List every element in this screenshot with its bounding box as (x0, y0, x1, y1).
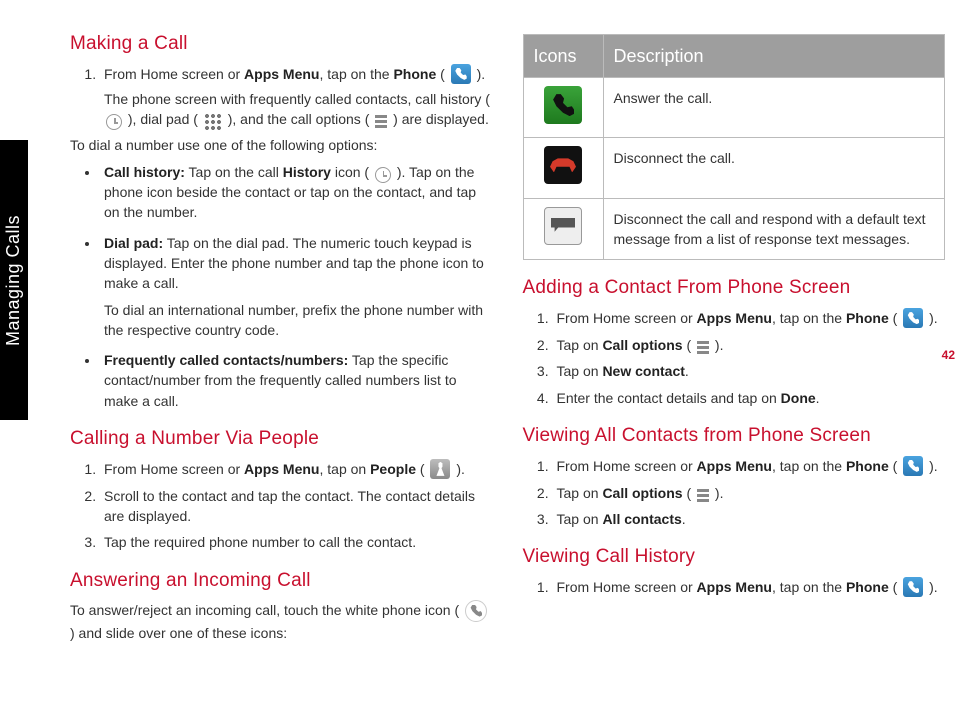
list-item: Tap on New contact. (553, 361, 946, 381)
disconnect-message-icon (544, 207, 582, 245)
icon-cell (523, 78, 603, 138)
viewing-history-steps: From Home screen or Apps Menu, tap on th… (523, 577, 946, 598)
page-number: 42 (942, 348, 955, 362)
side-tab: Managing Calls (0, 140, 28, 420)
heading-viewing-call-history: Viewing Call History (523, 543, 946, 571)
adding-contact-steps: From Home screen or Apps Menu, tap on th… (523, 308, 946, 408)
people-app-icon (430, 459, 450, 479)
white-phone-icon (465, 600, 487, 622)
icon-cell (523, 198, 603, 260)
desc-cell: Answer the call. (603, 78, 945, 138)
options-icon (375, 115, 387, 129)
dialpad-icon (204, 113, 222, 131)
list-item: Enter the contact details and tap on Don… (553, 388, 946, 408)
heading-making-call: Making a Call (70, 30, 493, 58)
list-item: Tap on Call options ( ). (553, 335, 946, 355)
table-row: Disconnect the call and respond with a d… (523, 198, 945, 260)
answering-call-text: To answer/reject an incoming call, touch… (70, 600, 493, 643)
phone-app-icon (903, 577, 923, 597)
heading-answering-call: Answering an Incoming Call (70, 567, 493, 595)
disconnect-call-icon (544, 146, 582, 184)
phone-app-icon (903, 456, 923, 476)
desc-cell: Disconnect the call and respond with a d… (603, 198, 945, 260)
making-call-steps: From Home screen or Apps Menu, tap on th… (70, 64, 493, 130)
heading-calling-via-people: Calling a Number Via People (70, 425, 493, 453)
manual-page: Managing Calls 42 Making a Call From Hom… (0, 0, 965, 713)
phone-app-icon (451, 64, 471, 84)
list-item: From Home screen or Apps Menu, tap on th… (553, 308, 946, 329)
left-column: Making a Call From Home screen or Apps M… (70, 30, 493, 649)
dial-options-intro: To dial a number use one of the followin… (70, 135, 493, 155)
table-row: Disconnect the call. (523, 138, 945, 198)
list-item: Dial pad: Tap on the dial pad. The numer… (100, 233, 493, 340)
viewing-contacts-steps: From Home screen or Apps Menu, tap on th… (523, 456, 946, 530)
options-icon (697, 341, 709, 355)
list-item: Frequently called contacts/numbers: Tap … (100, 350, 493, 411)
right-column: Icons Description Answer the call. Disco… (523, 30, 946, 649)
list-item: Scroll to the contact and tap the contac… (100, 486, 493, 527)
icons-table: Icons Description Answer the call. Disco… (523, 34, 946, 260)
answer-call-icon (544, 86, 582, 124)
list-item: From Home screen or Apps Menu, tap on th… (553, 456, 946, 477)
list-item: Tap on Call options ( ). (553, 483, 946, 503)
clock-icon (106, 114, 122, 130)
th-description: Description (603, 35, 945, 78)
calling-via-people-steps: From Home screen or Apps Menu, tap on Pe… (70, 459, 493, 553)
clock-icon (375, 167, 391, 183)
table-row: Answer the call. (523, 78, 945, 138)
list-item: Call history: Tap on the call History ic… (100, 162, 493, 223)
heading-adding-contact: Adding a Contact From Phone Screen (523, 274, 946, 302)
options-icon (697, 489, 709, 503)
side-tab-label: Managing Calls (4, 214, 25, 345)
heading-viewing-all-contacts: Viewing All Contacts from Phone Screen (523, 422, 946, 450)
list-item: From Home screen or Apps Menu, tap on th… (100, 64, 493, 130)
th-icons: Icons (523, 35, 603, 78)
table-header-row: Icons Description (523, 35, 945, 78)
list-item: From Home screen or Apps Menu, tap on th… (553, 577, 946, 598)
desc-cell: Disconnect the call. (603, 138, 945, 198)
icon-cell (523, 138, 603, 198)
list-item: From Home screen or Apps Menu, tap on Pe… (100, 459, 493, 480)
list-item: Tap the required phone number to call th… (100, 532, 493, 552)
list-item: Tap on All contacts. (553, 509, 946, 529)
dial-options-list: Call history: Tap on the call History ic… (70, 162, 493, 411)
phone-app-icon (903, 308, 923, 328)
